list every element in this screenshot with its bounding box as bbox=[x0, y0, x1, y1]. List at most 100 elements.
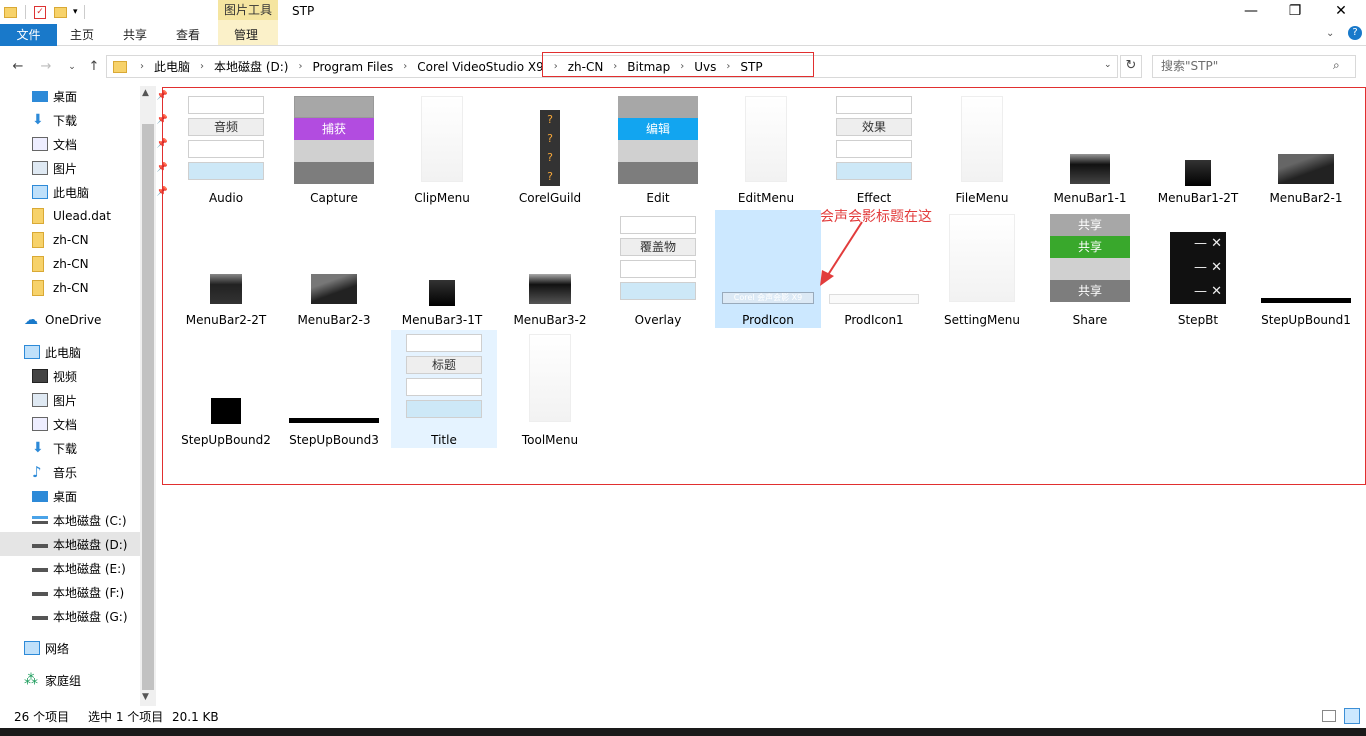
ribbon-expand-icon[interactable]: ⌄ bbox=[1326, 28, 1334, 39]
file-name: EditMenu bbox=[737, 191, 795, 205]
annotation-arrow-icon bbox=[820, 221, 863, 286]
file-item[interactable]: 音频 Audio bbox=[173, 88, 279, 206]
file-name: ClipMenu bbox=[414, 191, 470, 205]
search-icon[interactable]: ⌕ bbox=[1333, 58, 1340, 73]
download-icon: ⬇ bbox=[32, 112, 44, 128]
breadcrumb-this-pc[interactable]: 此电脑 bbox=[149, 58, 195, 75]
tab-view[interactable]: 查看 bbox=[176, 24, 200, 46]
ribbon bbox=[0, 24, 1366, 46]
file-item[interactable]: 捕获 Capture bbox=[281, 88, 387, 206]
file-item[interactable]: FileMenu bbox=[929, 88, 1035, 206]
file-item[interactable]: 编辑 Edit bbox=[605, 88, 711, 206]
file-item[interactable]: — ✕ — ✕ — ✕ StepBt bbox=[1145, 210, 1251, 328]
file-thumbnail bbox=[1185, 160, 1211, 186]
document-icon bbox=[32, 417, 48, 431]
file-name: StepUpBound1 bbox=[1261, 313, 1351, 327]
breadcrumb-program-files[interactable]: Program Files bbox=[307, 60, 398, 74]
file-item[interactable]: MenuBar2-3 bbox=[281, 210, 387, 328]
file-thumbnail bbox=[289, 418, 379, 423]
drive-icon bbox=[32, 612, 48, 620]
file-item[interactable]: StepUpBound1 bbox=[1253, 210, 1359, 328]
file-item[interactable]: MenuBar2-2T bbox=[173, 210, 279, 328]
scroll-up-icon[interactable]: ▲ bbox=[142, 88, 149, 98]
cloud-icon: ☁ bbox=[24, 312, 38, 328]
file-thumbnail bbox=[211, 398, 241, 424]
file-thumbnail bbox=[529, 334, 571, 422]
minimize-button[interactable]: — bbox=[1228, 0, 1274, 24]
folder-icon bbox=[32, 256, 44, 272]
file-item[interactable]: 标题 Title bbox=[391, 330, 497, 448]
window-title: STP bbox=[292, 4, 315, 18]
file-item[interactable]: MenuBar3-2 bbox=[497, 210, 603, 328]
forward-button[interactable]: → bbox=[36, 57, 56, 77]
tab-home[interactable]: 主页 bbox=[70, 24, 94, 46]
help-icon[interactable]: ? bbox=[1348, 26, 1362, 40]
file-item[interactable]: MenuBar3-1T bbox=[389, 210, 495, 328]
folder-icon bbox=[32, 208, 44, 224]
file-item[interactable]: ???? CorelGuild bbox=[497, 88, 603, 206]
status-bar: 26 个项目 选中 1 个项目 20.1 KB bbox=[0, 706, 1366, 728]
up-button[interactable]: ↑ bbox=[84, 57, 104, 77]
file-name: MenuBar1-1 bbox=[1053, 191, 1127, 205]
file-item[interactable]: StepUpBound3 bbox=[281, 330, 387, 448]
file-item[interactable]: MenuBar1-2T bbox=[1145, 88, 1251, 206]
file-name: MenuBar2-3 bbox=[297, 313, 371, 327]
file-thumbnail: — ✕ — ✕ — ✕ bbox=[1170, 232, 1226, 304]
file-name: Overlay bbox=[634, 313, 682, 327]
file-thumbnail bbox=[311, 274, 357, 304]
breadcrumb-separator-icon[interactable]: › bbox=[135, 61, 149, 72]
desktop-icon bbox=[32, 90, 48, 102]
chevron-down-icon[interactable]: ▾ bbox=[73, 7, 78, 17]
picture-icon bbox=[32, 161, 48, 175]
breadcrumb-separator-icon[interactable]: › bbox=[293, 61, 307, 72]
back-button[interactable]: ← bbox=[8, 57, 28, 77]
scroll-down-icon[interactable]: ▼ bbox=[142, 692, 149, 702]
tab-file[interactable]: 文件 bbox=[0, 24, 57, 46]
computer-icon bbox=[24, 345, 40, 359]
new-folder-icon[interactable] bbox=[54, 6, 67, 18]
file-name: Edit bbox=[646, 191, 670, 205]
file-item[interactable]: MenuBar2-1 bbox=[1253, 88, 1359, 206]
file-name: ProdIcon1 bbox=[844, 313, 904, 327]
properties-icon[interactable]: ✓ bbox=[34, 5, 46, 19]
close-button[interactable]: ✕ bbox=[1318, 0, 1364, 24]
file-item[interactable]: MenuBar1-1 bbox=[1037, 88, 1143, 206]
file-item-selected[interactable]: Corel 会声会影 X9 ProdIcon bbox=[715, 210, 821, 328]
file-name: SettingMenu bbox=[944, 313, 1020, 327]
file-thumbnail bbox=[1278, 154, 1334, 184]
address-highlight-box bbox=[542, 52, 814, 77]
drive-icon bbox=[32, 540, 48, 548]
drive-icon bbox=[32, 564, 48, 572]
breadcrumb-corel[interactable]: Corel VideoStudio X9 bbox=[412, 60, 548, 74]
network-icon bbox=[24, 641, 40, 655]
large-icons-view-icon[interactable] bbox=[1344, 708, 1360, 724]
breadcrumb-separator-icon[interactable]: › bbox=[195, 61, 209, 72]
breadcrumb-separator-icon[interactable]: › bbox=[398, 61, 412, 72]
file-name: StepUpBound2 bbox=[181, 433, 271, 447]
file-thumbnail: 共享 共享 共享 bbox=[1050, 214, 1130, 302]
file-name: MenuBar3-2 bbox=[513, 313, 587, 327]
file-item[interactable]: EditMenu bbox=[713, 88, 819, 206]
tab-manage[interactable]: 管理 bbox=[234, 24, 258, 46]
file-item[interactable]: SettingMenu bbox=[929, 210, 1035, 328]
file-item[interactable]: 覆盖物 Overlay bbox=[605, 210, 711, 328]
restore-button[interactable]: ❐ bbox=[1272, 0, 1318, 24]
refresh-button[interactable]: ↻ bbox=[1120, 55, 1142, 78]
details-view-icon[interactable] bbox=[1322, 710, 1336, 722]
search-input[interactable]: 搜索"STP" bbox=[1152, 55, 1356, 78]
video-icon bbox=[32, 369, 48, 383]
file-thumbnail: 捕获 bbox=[294, 96, 374, 184]
file-name: MenuBar1-2T bbox=[1157, 191, 1239, 205]
chevron-down-icon[interactable]: ⌄ bbox=[1104, 60, 1112, 70]
breadcrumb-drive-d[interactable]: 本地磁盘 (D:) bbox=[209, 58, 293, 75]
file-item[interactable]: ClipMenu bbox=[389, 88, 495, 206]
folder-icon[interactable] bbox=[4, 6, 17, 18]
tab-share[interactable]: 共享 bbox=[123, 24, 147, 46]
recent-dropdown-button[interactable]: ⌄ bbox=[62, 57, 82, 77]
file-item[interactable]: StepUpBound2 bbox=[173, 330, 279, 448]
file-item[interactable]: 效果 Effect bbox=[821, 88, 927, 206]
sidebar-scrollbar-thumb[interactable] bbox=[142, 124, 154, 690]
file-item[interactable]: 共享 共享 共享 Share bbox=[1037, 210, 1143, 328]
file-item[interactable]: ToolMenu bbox=[497, 330, 603, 448]
sidebar-item-drive-d[interactable]: 本地磁盘 (D:) bbox=[0, 532, 140, 556]
